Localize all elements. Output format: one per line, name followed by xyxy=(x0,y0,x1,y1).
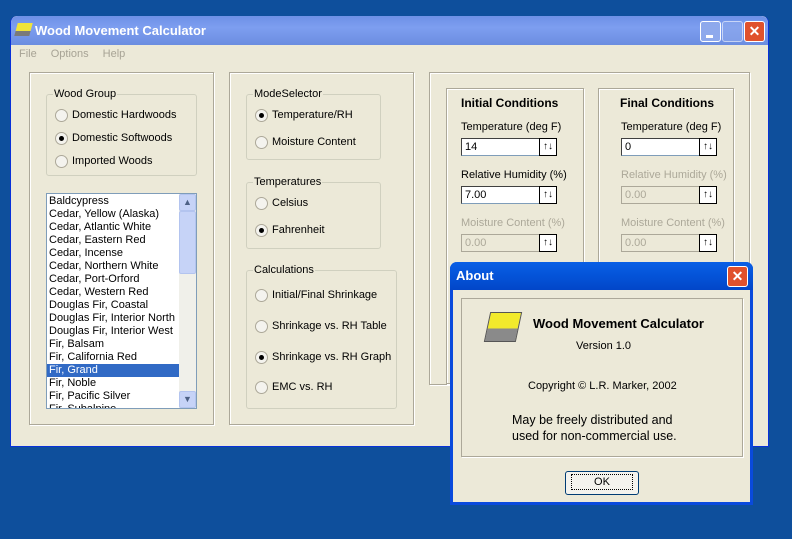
title-bar[interactable]: Wood Movement Calculator xyxy=(11,16,768,45)
species-list[interactable]: Baldcypress Cedar, Yellow (Alaska) Cedar, … xyxy=(46,193,197,409)
initial-conditions-title: Initial Conditions xyxy=(461,96,559,110)
ok-button[interactable]: OK xyxy=(565,471,639,495)
about-license-line1: May be freely distributed and xyxy=(512,413,673,427)
maximize-button[interactable] xyxy=(722,21,743,42)
about-license-line2: used for non-commercial use. xyxy=(512,429,677,443)
list-item[interactable]: Fir, California Red xyxy=(47,351,179,364)
wood-group-label: Wood Group xyxy=(53,88,118,100)
final-rh-spinner[interactable]: ↑↓ xyxy=(699,186,717,204)
list-item[interactable]: Douglas Fir, Interior North xyxy=(47,312,179,325)
list-scrollbar[interactable]: ▲ ▼ xyxy=(179,194,196,408)
close-button[interactable]: ✕ xyxy=(744,21,765,42)
wood-group-box: Wood Group Domestic Hardwoods Domestic S… xyxy=(46,88,197,176)
mode-selector-box: ModeSelector Temperature/RH Moisture Con… xyxy=(246,88,381,160)
menu-file[interactable]: File xyxy=(19,48,37,60)
list-item[interactable]: Fir, Noble xyxy=(47,377,179,390)
initial-rh-input[interactable]: 7.00 xyxy=(461,186,541,204)
about-content-box: Wood Movement Calculator Version 1.0 Cop… xyxy=(461,298,743,457)
initial-temp-input[interactable]: 14 xyxy=(461,138,541,156)
list-item[interactable]: Cedar, Northern White xyxy=(47,260,179,273)
final-temp-input[interactable]: 0 xyxy=(621,138,701,156)
about-app-name: Wood Movement Calculator xyxy=(533,316,704,331)
list-item[interactable]: Cedar, Incense xyxy=(47,247,179,260)
radio-shrinkage-rh-graph[interactable]: Shrinkage vs. RH Graph xyxy=(255,350,391,364)
about-title-bar[interactable]: About xyxy=(450,262,753,290)
ok-label: OK xyxy=(571,474,633,490)
radio-shrinkage-rh-table[interactable]: Shrinkage vs. RH Table xyxy=(255,319,387,333)
list-item[interactable]: Douglas Fir, Interior West xyxy=(47,325,179,338)
final-conditions-title: Final Conditions xyxy=(620,96,714,110)
final-mc-input[interactable]: 0.00 xyxy=(621,234,701,252)
list-item[interactable]: Fir, Subalpine xyxy=(47,403,179,408)
list-item[interactable]: Fir, Pacific Silver xyxy=(47,390,179,403)
window-title: Wood Movement Calculator xyxy=(35,23,206,38)
final-temp-label: Temperature (deg F) xyxy=(621,121,722,133)
app-icon xyxy=(14,23,33,36)
about-copyright: Copyright © L.R. Marker, 2002 xyxy=(528,380,677,392)
final-mc-spinner[interactable]: ↑↓ xyxy=(699,234,717,252)
scroll-down-button[interactable]: ▼ xyxy=(179,391,196,408)
list-item[interactable]: Cedar, Port-Orford xyxy=(47,273,179,286)
list-item[interactable]: Cedar, Eastern Red xyxy=(47,234,179,247)
app-logo-icon xyxy=(483,312,523,342)
menu-options[interactable]: Options xyxy=(51,48,89,60)
calculations-box: Calculations Initial/Final Shrinkage Shr… xyxy=(246,264,397,409)
calculations-label: Calculations xyxy=(253,264,315,276)
final-rh-label: Relative Humidity (%) xyxy=(621,169,727,181)
radio-moisture-content[interactable]: Moisture Content xyxy=(255,135,356,149)
list-item[interactable]: Cedar, Western Red xyxy=(47,286,179,299)
scroll-thumb[interactable] xyxy=(179,211,196,274)
final-mc-label: Moisture Content (%) xyxy=(621,217,725,229)
radio-imported-woods[interactable]: Imported Woods xyxy=(55,154,153,168)
menu-bar: File Options Help xyxy=(11,45,131,63)
mode-selector-label: ModeSelector xyxy=(253,88,323,100)
minimize-button[interactable] xyxy=(700,21,721,42)
initial-mc-label: Moisture Content (%) xyxy=(461,217,565,229)
radio-fahrenheit[interactable]: Fahrenheit xyxy=(255,223,325,237)
about-version: Version 1.0 xyxy=(576,340,632,352)
temperatures-label: Temperatures xyxy=(253,176,323,188)
about-title: About xyxy=(456,268,494,283)
radio-temperature-rh[interactable]: Temperature/RH xyxy=(255,108,353,122)
initial-mc-input[interactable]: 0.00 xyxy=(461,234,541,252)
radio-domestic-hardwoods[interactable]: Domestic Hardwoods xyxy=(55,108,177,122)
temperatures-box: Temperatures Celsius Fahrenheit xyxy=(246,176,381,249)
radio-initial-final-shrinkage[interactable]: Initial/Final Shrinkage xyxy=(255,288,377,302)
initial-rh-spinner[interactable]: ↑↓ xyxy=(539,186,557,204)
initial-mc-spinner[interactable]: ↑↓ xyxy=(539,234,557,252)
menu-help[interactable]: Help xyxy=(103,48,126,60)
list-item[interactable]: Douglas Fir, Coastal xyxy=(47,299,179,312)
list-item[interactable]: Cedar, Atlantic White xyxy=(47,221,179,234)
radio-domestic-softwoods[interactable]: Domestic Softwoods xyxy=(55,131,172,145)
final-temp-spinner[interactable]: ↑↓ xyxy=(699,138,717,156)
initial-temp-spinner[interactable]: ↑↓ xyxy=(539,138,557,156)
radio-celsius[interactable]: Celsius xyxy=(255,196,308,210)
final-rh-input[interactable]: 0.00 xyxy=(621,186,701,204)
scroll-up-button[interactable]: ▲ xyxy=(179,194,196,211)
list-item[interactable]: Baldcypress xyxy=(47,195,179,208)
initial-temp-label: Temperature (deg F) xyxy=(461,121,562,133)
radio-emc-rh[interactable]: EMC vs. RH xyxy=(255,380,333,394)
list-item[interactable]: Cedar, Yellow (Alaska) xyxy=(47,208,179,221)
about-dialog: About ✕ Wood Movement Calculator Version… xyxy=(450,262,753,505)
initial-rh-label: Relative Humidity (%) xyxy=(461,169,567,181)
list-item[interactable]: Fir, Grand xyxy=(47,364,179,377)
about-close-button[interactable]: ✕ xyxy=(727,266,748,287)
list-item[interactable]: Fir, Balsam xyxy=(47,338,179,351)
